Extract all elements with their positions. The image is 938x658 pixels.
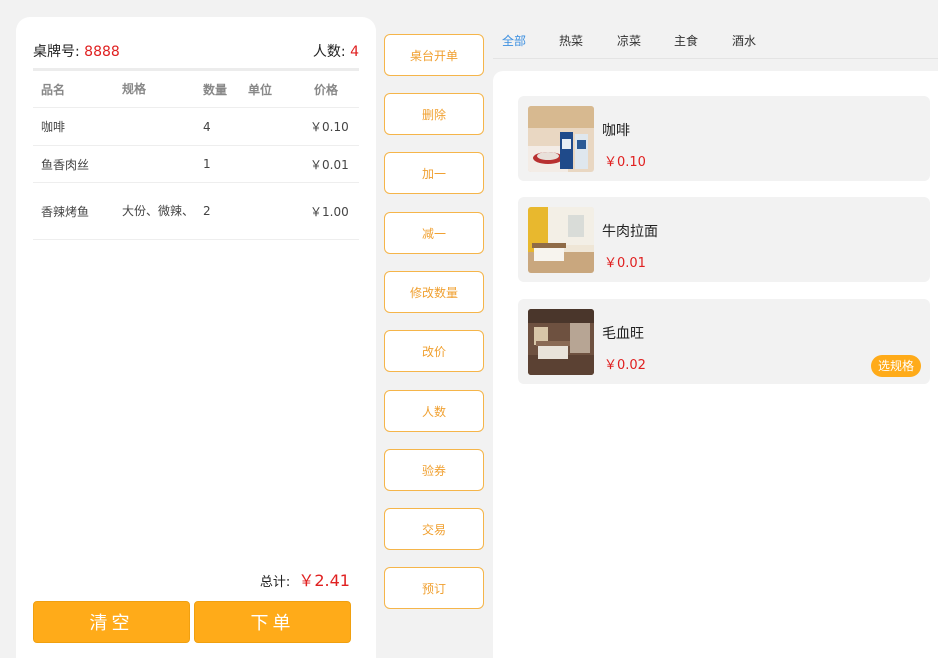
column-header-price: 价格 bbox=[313, 82, 338, 97]
row-name: 咖啡 bbox=[41, 120, 66, 134]
tab-drinks[interactable]: 酒水 bbox=[732, 32, 756, 49]
people-count-value: 4 bbox=[350, 44, 359, 60]
table-row[interactable]: 鱼香肉丝 1 ￥0.01 bbox=[33, 146, 359, 183]
dish-card[interactable]: 牛肉拉面 ￥0.01 bbox=[518, 197, 930, 282]
plus-one-button[interactable]: 加一 bbox=[384, 152, 484, 194]
dish-price: ￥0.01 bbox=[604, 256, 646, 271]
table-number-value: 8888 bbox=[84, 44, 120, 60]
tabs-divider bbox=[493, 58, 938, 59]
dish-price: ￥0.10 bbox=[604, 155, 646, 170]
table-row[interactable]: 香辣烤鱼 大份、微辣、 2 ￥1.00 bbox=[33, 183, 359, 240]
tab-cold-dishes[interactable]: 凉菜 bbox=[617, 32, 641, 49]
dish-image bbox=[528, 309, 594, 375]
minus-one-button[interactable]: 减一 bbox=[384, 212, 484, 254]
order-panel: 桌牌号: 8888 人数: 4 品名 规格 数量 单位 价格 咖啡 4 ￥0.1… bbox=[16, 17, 376, 658]
people-count-label: 人数: bbox=[312, 44, 346, 60]
order-table: 品名 规格 数量 单位 价格 咖啡 4 ￥0.10 鱼香肉丝 1 ￥0.01 香… bbox=[33, 71, 359, 240]
room-photo-icon bbox=[528, 207, 594, 273]
tab-hot-dishes[interactable]: 热菜 bbox=[559, 32, 583, 49]
tab-all[interactable]: 全部 bbox=[502, 32, 526, 49]
dish-name: 毛血旺 bbox=[602, 326, 644, 342]
order-total: 总计: ￥2.41 bbox=[260, 567, 350, 591]
row-name: 香辣烤鱼 bbox=[41, 204, 90, 219]
tab-staple-food[interactable]: 主食 bbox=[674, 32, 698, 49]
dish-card[interactable]: 毛血旺 ￥0.02 选规格 bbox=[518, 299, 930, 384]
clear-button[interactable]: 清空 bbox=[33, 601, 190, 643]
row-price: ￥0.10 bbox=[310, 120, 349, 134]
dish-card[interactable]: 咖啡 ￥0.10 bbox=[518, 96, 930, 181]
row-qty: 4 bbox=[203, 119, 211, 134]
verify-coupon-button[interactable]: 验券 bbox=[384, 449, 484, 491]
column-header-unit: 单位 bbox=[248, 82, 273, 97]
people-count: 人数: 4 bbox=[313, 41, 359, 61]
people-count-button[interactable]: 人数 bbox=[384, 390, 484, 432]
dish-list: 咖啡 ￥0.10 牛肉拉面 ￥0.01 毛血旺 ￥0.02 选规格 bbox=[493, 71, 938, 658]
select-spec-button[interactable]: 选规格 bbox=[870, 355, 921, 377]
column-header-spec: 规格 bbox=[122, 82, 147, 96]
order-table-header: 品名 规格 数量 单位 价格 bbox=[33, 71, 359, 108]
table-number-label: 桌牌号: bbox=[33, 44, 80, 60]
dish-name: 咖啡 bbox=[602, 123, 630, 139]
column-header-name: 品名 bbox=[41, 82, 66, 97]
row-qty: 2 bbox=[203, 204, 211, 218]
row-price: ￥1.00 bbox=[310, 204, 349, 219]
total-value: ￥2.41 bbox=[298, 571, 350, 590]
transaction-button[interactable]: 交易 bbox=[384, 508, 484, 550]
row-price: ￥0.01 bbox=[310, 157, 349, 172]
row-spec: 大份、微辣、 bbox=[122, 204, 195, 218]
row-name: 鱼香肉丝 bbox=[41, 157, 90, 172]
open-table-button[interactable]: 桌台开单 bbox=[384, 34, 484, 76]
dish-price: ￥0.02 bbox=[604, 358, 646, 373]
delete-button[interactable]: 删除 bbox=[384, 93, 484, 135]
submit-order-button[interactable]: 下单 bbox=[194, 601, 351, 643]
dish-image bbox=[528, 207, 594, 273]
room-photo-icon bbox=[528, 309, 594, 375]
row-qty: 1 bbox=[203, 157, 211, 171]
coffee-photo-icon bbox=[528, 106, 594, 172]
order-header: 桌牌号: 8888 人数: 4 bbox=[33, 41, 359, 61]
table-row[interactable]: 咖啡 4 ￥0.10 bbox=[33, 108, 359, 146]
reservation-button[interactable]: 预订 bbox=[384, 567, 484, 609]
edit-price-button[interactable]: 改价 bbox=[384, 330, 484, 372]
dish-image bbox=[528, 106, 594, 172]
table-number: 桌牌号: 8888 bbox=[33, 41, 120, 61]
total-label: 总计: bbox=[259, 575, 291, 590]
column-header-qty: 数量 bbox=[203, 82, 228, 97]
edit-quantity-button[interactable]: 修改数量 bbox=[384, 271, 484, 313]
dish-name: 牛肉拉面 bbox=[602, 224, 658, 240]
